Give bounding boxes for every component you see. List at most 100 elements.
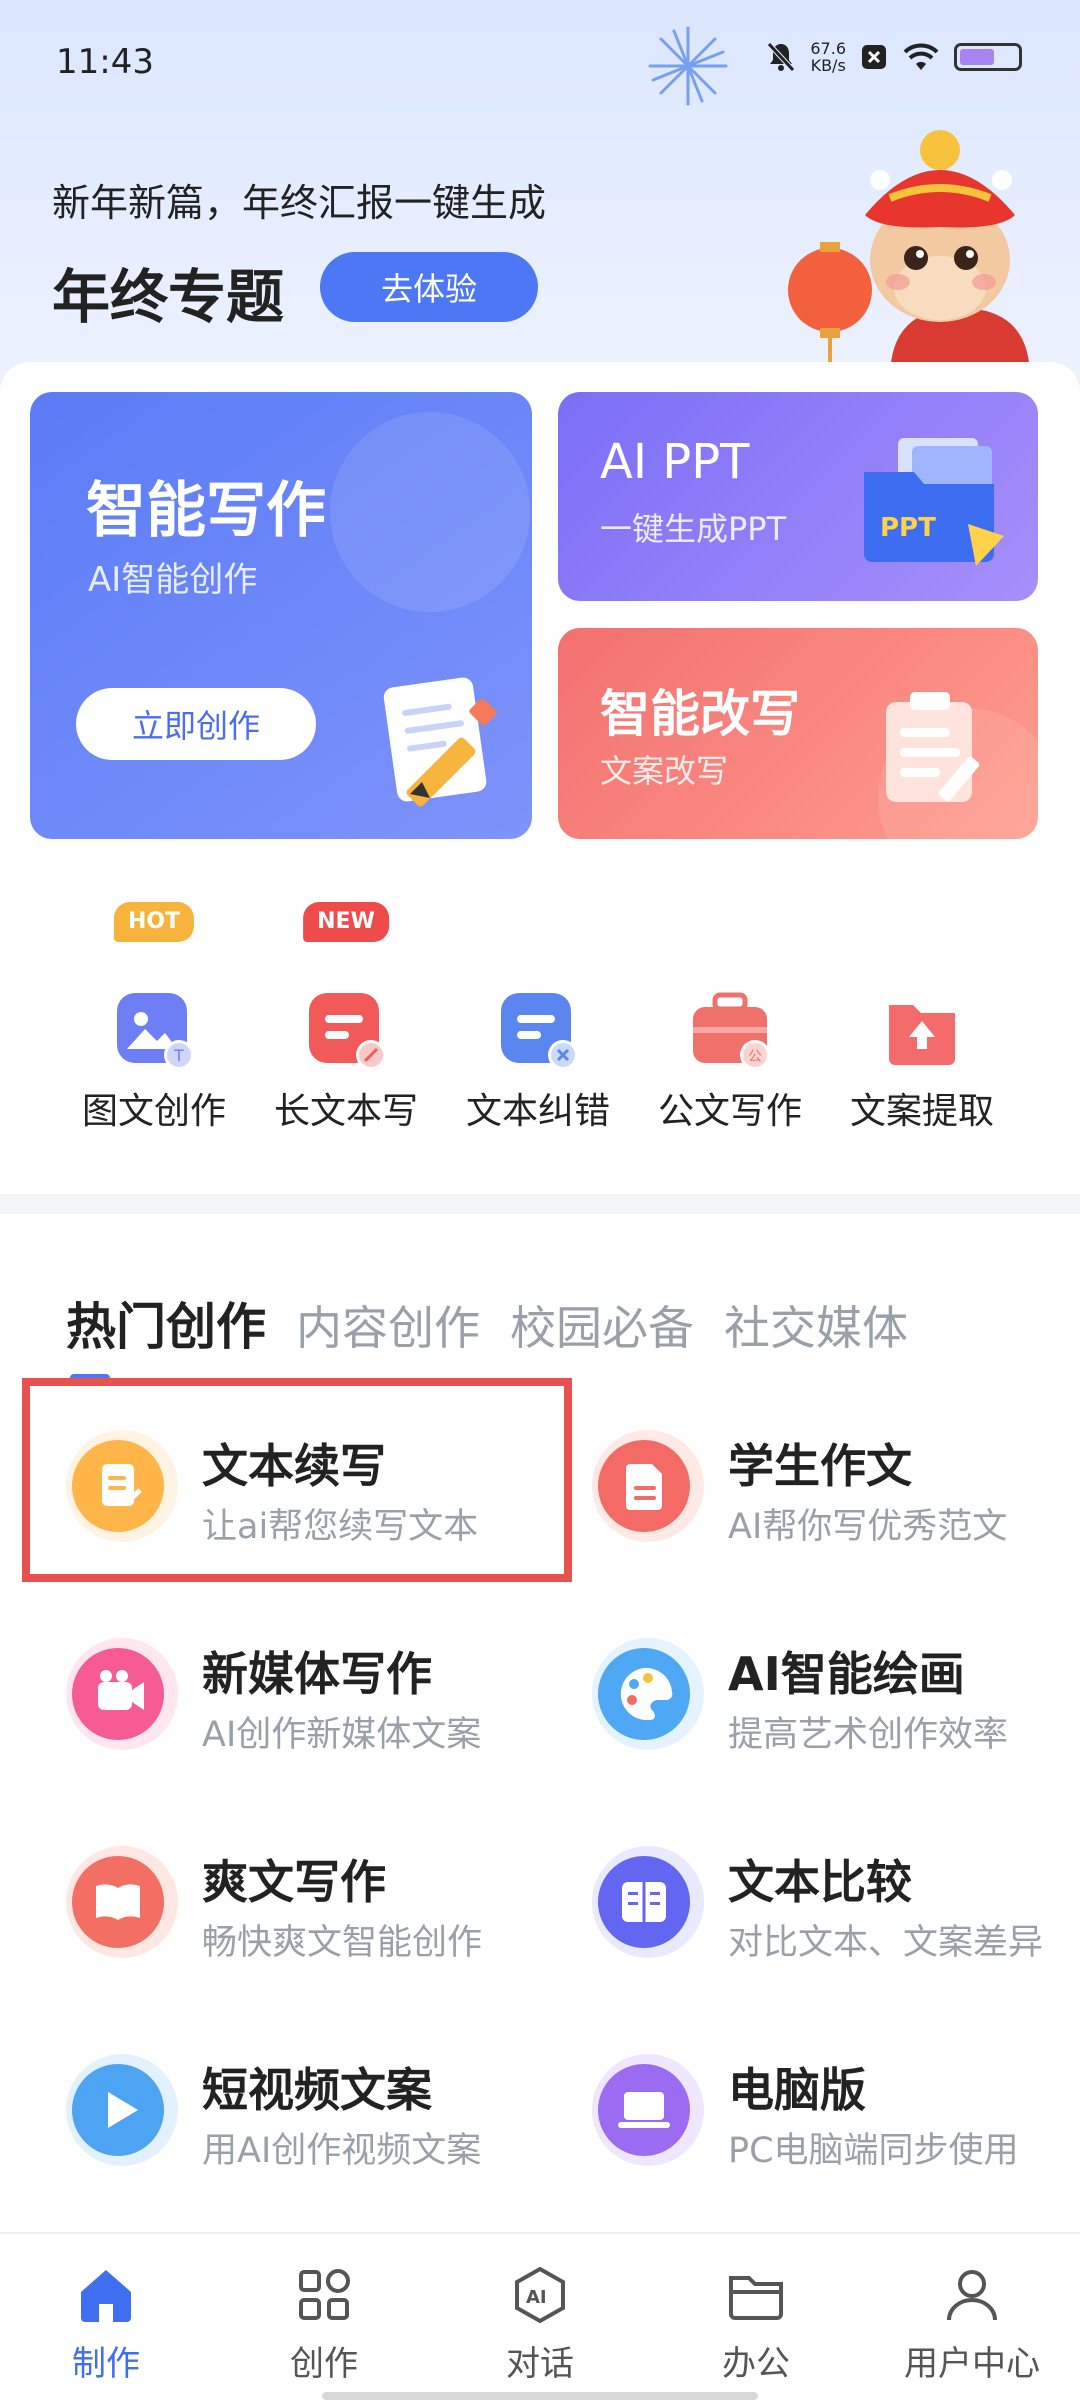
feature-desc: 用AI创作视频文案 [202,2131,482,2171]
feature-short-video[interactable]: 短视频文案 用AI创作视频文案 [64,2042,564,2182]
net-speed-unit: KB/s [810,56,846,75]
feature-name: 电脑版 [728,2063,866,2117]
nav-create[interactable]: 创作 [239,2264,409,2384]
tool-text-correct[interactable]: 文本纠错 [442,882,634,1132]
smart-rewrite-card[interactable]: 智能改写 文案改写 [558,628,1038,839]
card-write-subtitle: AI智能创作 [88,560,258,600]
tab-hot-creation[interactable]: 热门创作 [66,1287,266,1359]
svg-text:T: T [173,1046,184,1065]
feature-web-novel[interactable]: 爽文写作 畅快爽文智能创作 [64,1834,564,1974]
nav-make[interactable]: 制作 [21,2264,191,2384]
user-icon [947,2270,997,2321]
home-indicator[interactable] [322,2392,758,2400]
tool-official-writing[interactable]: 公 公文写作 [634,882,826,1132]
firework-decoration [648,26,728,106]
nav-label: 对话 [506,2344,574,2384]
feature-name: 短视频文案 [202,2063,432,2117]
feature-name: AI智能绘画 [728,1647,965,1701]
battery-icon [954,43,1022,71]
card-rewrite-title: 智能改写 [600,685,800,743]
feature-desc: 畅快爽文智能创作 [202,1923,483,1963]
nav-label: 用户中心 [904,2344,1040,2384]
tools-row: HOT T 图文创作 NEW 长文本写 文本纠错 公 公文写作 文案提取 [0,882,1080,1152]
sim-x-icon [862,45,886,69]
horse-mascot-illustration [788,130,1030,378]
ai-chat-icon: AI [515,2266,565,2324]
selection-highlight-box [22,1378,572,1582]
long-text-icon [309,993,386,1070]
text-correct-icon [501,993,578,1070]
nav-chat[interactable]: AI 对话 [455,2264,625,2384]
laptop-icon [592,2054,704,2166]
feature-desc: PC电脑端同步使用 [728,2131,1019,2171]
net-speed-value: 67.6 [810,39,846,58]
feature-student-essay[interactable]: 学生作文 AI帮你写优秀范文 [590,1418,1080,1558]
briefcase-icon: 公 [693,992,770,1070]
status-bar: 11:43 67.6 KB/s [0,0,1080,125]
smart-writing-card[interactable]: 智能写作 AI智能创作 立即创作 [30,392,532,839]
hero-try-button[interactable]: 去体验 [320,252,538,322]
bottom-navigation: 制作 创作 AI 对话 办公 用户中心 [0,2232,1080,2408]
card-rewrite-subtitle: 文案改写 [600,752,729,790]
video-camera-icon [66,1638,178,1750]
section-divider [0,1194,1080,1214]
play-icon [66,2054,178,2166]
feature-text-compare[interactable]: 文本比较 对比文本、文案差异 [590,1834,1080,1974]
status-icons: 67.6 KB/s [766,40,1022,74]
image-text-icon: T [117,993,194,1070]
feature-name: 学生作文 [728,1439,912,1493]
card-write-title: 智能写作 [86,476,326,546]
clipboard-edit-icon [886,692,980,802]
nav-user-center[interactable]: 用户中心 [887,2264,1057,2384]
tab-campus[interactable]: 校园必备 [510,1292,694,1358]
card-ppt-subtitle: 一键生成PPT [600,510,787,548]
grid-icon [299,2269,350,2320]
feature-ai-painting[interactable]: AI智能绘画 提高艺术创作效率 [590,1626,1080,1766]
hero-banner[interactable]: 11:43 67.6 KB/s 新年新篇，年终汇报一键生成 年终专题 去体验 [0,0,1080,400]
folder-icon [729,2276,783,2320]
feature-new-media[interactable]: 新媒体写作 AI创作新媒体文案 [64,1626,564,1766]
decor-circle [330,412,530,612]
tab-social-media[interactable]: 社交媒体 [724,1292,908,1358]
svg-text:公: 公 [748,1049,762,1065]
tool-label: 长文本写 [273,1091,418,1132]
feature-desc: 提高艺术创作效率 [728,1715,1009,1755]
card-ppt-title: AI PPT [600,434,750,490]
tool-image-text[interactable]: HOT T 图文创作 [58,882,250,1132]
feature-name: 文本比较 [728,1855,912,1909]
nav-label: 办公 [722,2344,790,2384]
open-book-icon [66,1846,178,1958]
tool-long-text[interactable]: NEW 长文本写 [250,882,442,1132]
home-icon [81,2270,131,2322]
create-now-button[interactable]: 立即创作 [76,688,316,760]
feature-pc-version[interactable]: 电脑版 PC电脑端同步使用 [590,2042,1080,2182]
tool-label: 公文写作 [657,1091,802,1132]
battery-level [960,49,994,65]
tool-copy-extract[interactable]: 文案提取 [826,882,1018,1132]
hero-subtitle: 新年新篇，年终汇报一键生成 [52,181,547,225]
folder-upload-icon [889,1005,955,1065]
ppt-folder-icon: PPT [864,438,1004,566]
new-badge: NEW [303,902,389,942]
tool-label: 文案提取 [849,1091,994,1132]
feature-desc: 对比文本、文案差异 [728,1923,1044,1963]
feature-name: 新媒体写作 [202,1647,432,1701]
nav-label: 创作 [290,2344,358,2384]
compare-book-icon [592,1846,704,1958]
tab-content-creation[interactable]: 内容创作 [296,1292,480,1358]
hero-title: 年终专题 [52,263,285,331]
category-tabs: 热门创作 内容创作 校园必备 社交媒体 [66,1287,908,1359]
feature-name: 爽文写作 [202,1855,386,1909]
palette-icon [592,1638,704,1750]
feature-desc: AI创作新媒体文案 [202,1715,482,1755]
bell-off-icon [767,42,796,72]
status-time: 11:43 [56,42,154,82]
document-icon [592,1430,704,1542]
ai-ppt-card[interactable]: AI PPT 一键生成PPT PPT [558,392,1038,601]
nav-label: 制作 [72,2344,140,2384]
hot-badge: HOT [113,902,195,942]
document-pencil-icon [383,677,497,807]
wifi-icon [903,43,939,70]
ppt-icon-text: PPT [880,513,936,543]
nav-office[interactable]: 办公 [671,2264,841,2384]
